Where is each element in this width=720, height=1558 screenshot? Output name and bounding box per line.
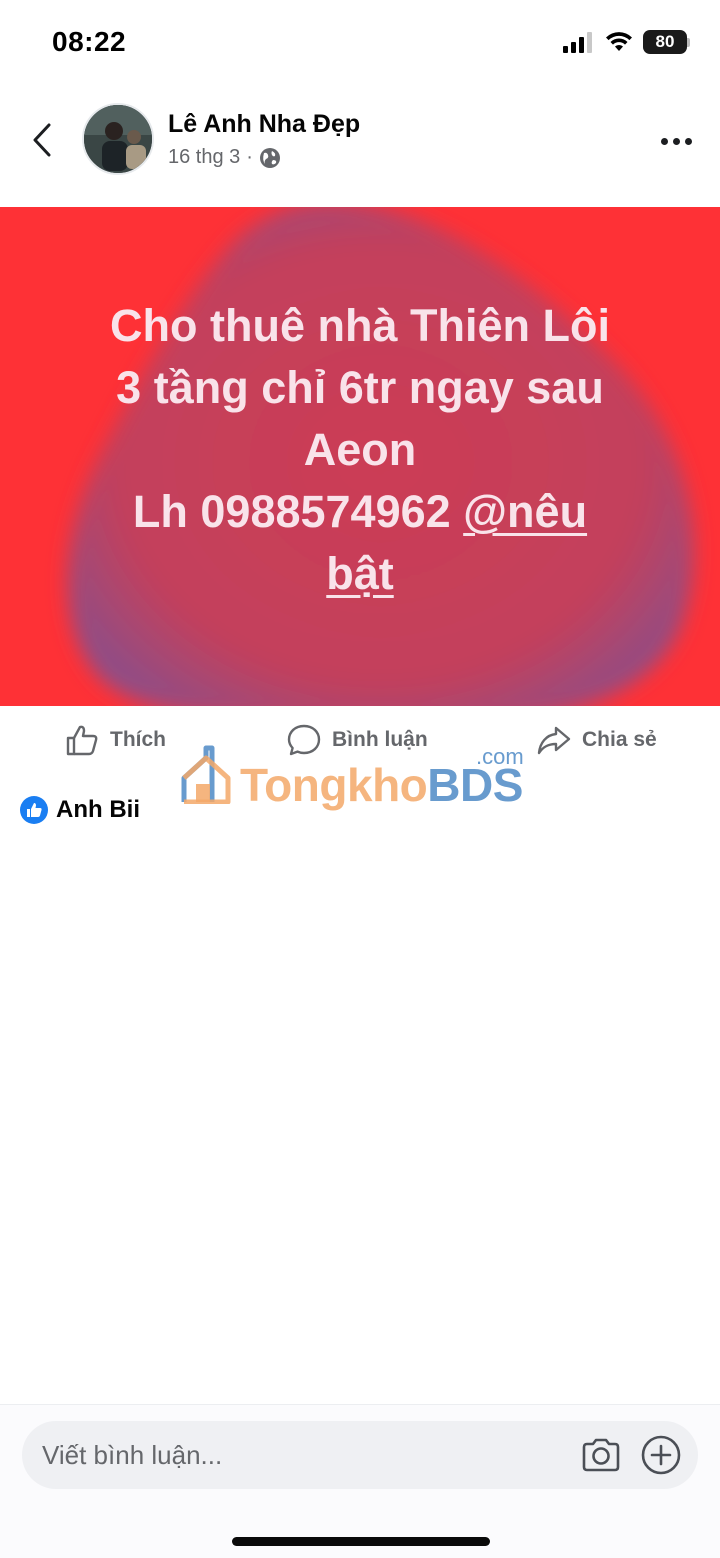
- reactions-summary[interactable]: Anh Bii: [20, 796, 140, 824]
- comment-input[interactable]: [42, 1421, 562, 1489]
- post-meta: 16 thg 3 ·: [168, 146, 281, 169]
- image-text-line: 3 tầng chỉ 6tr ngay sau: [116, 362, 604, 413]
- contact-phone: Lh 0988574962: [132, 486, 464, 537]
- home-indicator[interactable]: [232, 1537, 490, 1546]
- watermark: TongkhoBDS .com: [180, 744, 560, 816]
- reactor-name: Anh Bii: [56, 796, 140, 823]
- watermark-part1: Tongkho: [240, 759, 428, 811]
- mention-link: @nêu: [463, 486, 588, 537]
- post-date[interactable]: 16 thg 3: [168, 146, 240, 169]
- more-options-button[interactable]: [656, 126, 696, 156]
- watermark-domain: .com: [476, 744, 524, 769]
- more-dot: [660, 137, 668, 145]
- chevron-left-icon: [33, 123, 51, 157]
- avatar[interactable]: [82, 103, 154, 175]
- post-image-text: Cho thuê nhà Thiên Lôi 3 tầng chỉ 6tr ng…: [40, 295, 680, 605]
- like-button[interactable]: Thích: [64, 722, 166, 758]
- house-logo-icon: [181, 745, 231, 804]
- back-button[interactable]: [24, 118, 60, 162]
- wifi-icon: [606, 32, 632, 51]
- comment-box: [22, 1421, 698, 1489]
- more-dot: [672, 137, 680, 145]
- signal-icon: [563, 32, 592, 53]
- avatar-photo: [84, 105, 152, 173]
- like-icon: [20, 796, 48, 824]
- status-time: 08:22: [52, 26, 127, 57]
- more-dot: [684, 137, 692, 145]
- globe-icon: [259, 147, 280, 168]
- thumbs-up-small-icon: [27, 803, 42, 817]
- mention-link-cont: bật: [326, 548, 394, 599]
- author-name[interactable]: Lê Anh Nha Đẹp: [168, 110, 360, 139]
- status-bar: 08:22 80: [0, 0, 720, 86]
- image-contact-line: Lh 0988574962 @nêu: [40, 481, 680, 543]
- thumbs-up-icon: [66, 725, 98, 756]
- image-text-line: Cho thuê nhà Thiên Lôi: [110, 300, 610, 351]
- battery-cap: [687, 37, 690, 47]
- status-icons: 80: [563, 30, 690, 54]
- battery-level: 80: [643, 30, 687, 54]
- battery-percent: 80: [655, 32, 675, 51]
- plus-icon: [641, 1435, 681, 1475]
- camera-button[interactable]: [578, 1433, 624, 1477]
- share-label: Chia sẻ: [582, 728, 657, 751]
- camera-icon: [582, 1438, 620, 1472]
- meta-separator: ·: [246, 146, 253, 168]
- add-attachment-button[interactable]: [638, 1433, 684, 1477]
- image-text-line: Aeon: [303, 424, 417, 475]
- battery-icon: 80: [643, 30, 690, 54]
- post-header: Lê Anh Nha Đẹp 16 thg 3 ·: [0, 96, 720, 186]
- like-label: Thích: [110, 728, 166, 751]
- comment-footer: [0, 1404, 720, 1558]
- image-text-line: bật: [40, 543, 680, 605]
- post-image[interactable]: Cho thuê nhà Thiên Lôi 3 tầng chỉ 6tr ng…: [0, 207, 720, 706]
